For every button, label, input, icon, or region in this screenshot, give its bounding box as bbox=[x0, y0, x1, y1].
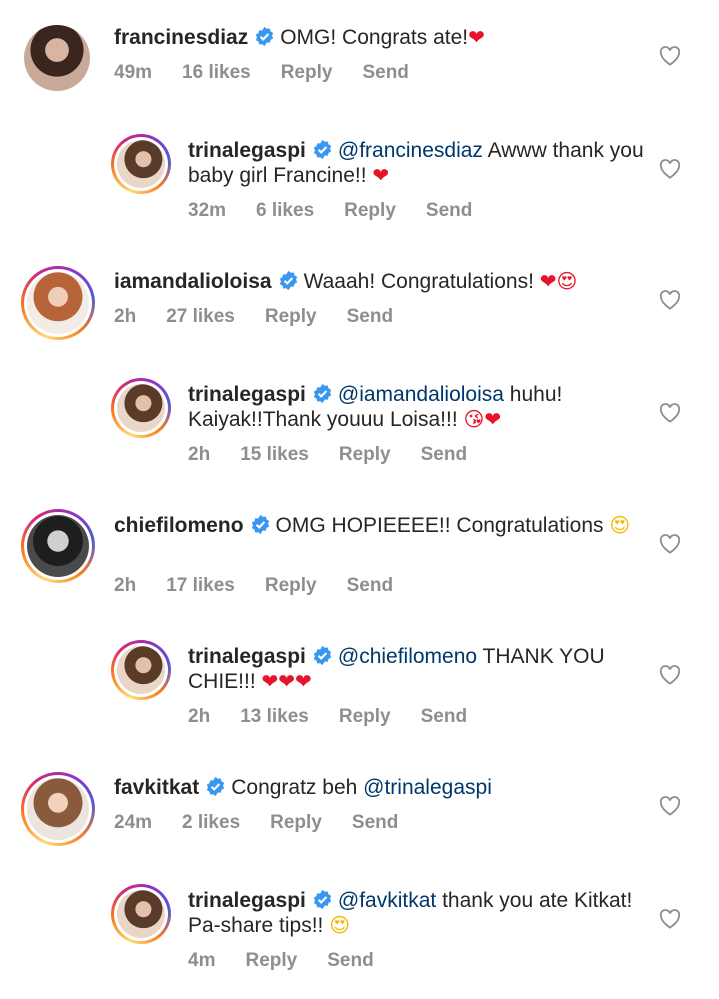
send-button[interactable]: Send bbox=[327, 950, 373, 971]
send-button[interactable]: Send bbox=[347, 575, 393, 596]
mention-link[interactable]: @favkitkat bbox=[338, 889, 436, 912]
emoji-reaction: ❤😍 bbox=[539, 269, 578, 293]
timestamp: 2h bbox=[114, 575, 137, 596]
comment-body: Waaah! Congratulations! bbox=[303, 270, 540, 293]
username[interactable]: trinalegaspi bbox=[188, 139, 306, 162]
reply-button[interactable]: Reply bbox=[245, 950, 297, 971]
mention-link[interactable]: @trinalegaspi bbox=[363, 776, 492, 799]
comment-body: OMG! Congrats ate! bbox=[280, 26, 469, 49]
verified-badge-icon bbox=[251, 514, 269, 535]
comment-meta: 2h 13 likes Reply Send bbox=[188, 706, 497, 728]
like-heart-icon[interactable] bbox=[659, 46, 681, 66]
heart-emoji: ❤ bbox=[468, 25, 485, 49]
timestamp: 24m bbox=[114, 812, 153, 833]
comment-meta: 24m 2 likes Reply Send bbox=[114, 812, 428, 834]
heart-eyes-emoji: 😍 bbox=[609, 513, 631, 537]
likes-count[interactable]: 2 likes bbox=[182, 812, 240, 833]
timestamp: 2h bbox=[114, 306, 137, 327]
avatar[interactable] bbox=[21, 772, 95, 846]
reply-button[interactable]: Reply bbox=[339, 706, 391, 727]
likes-count[interactable]: 16 likes bbox=[182, 62, 251, 83]
comment-text: chiefilomeno OMG HOPIEEEE!! Congratulatio… bbox=[114, 513, 634, 538]
like-heart-icon[interactable] bbox=[659, 290, 681, 310]
likes-count[interactable]: 6 likes bbox=[256, 200, 314, 221]
likes-count[interactable]: 15 likes bbox=[240, 444, 309, 465]
timestamp: 49m bbox=[114, 62, 153, 83]
send-button[interactable]: Send bbox=[421, 444, 467, 465]
mention-link[interactable]: @iamandalioloisa bbox=[338, 383, 504, 406]
send-button[interactable]: Send bbox=[352, 812, 398, 833]
emoji-reaction: 😘❤ bbox=[463, 407, 502, 431]
mention-link[interactable]: @francinesdiaz bbox=[338, 139, 483, 162]
comment-text: trinalegaspi @francinesdiaz Awww thank yo… bbox=[188, 138, 648, 188]
comment-text: favkitkat Congratz beh @trinalegaspi bbox=[114, 775, 654, 800]
heart-emoji: ❤ bbox=[372, 163, 390, 187]
likes-count[interactable]: 13 likes bbox=[240, 706, 309, 727]
send-button[interactable]: Send bbox=[362, 62, 408, 83]
verified-badge-icon bbox=[313, 383, 332, 404]
avatar[interactable] bbox=[24, 25, 90, 91]
comment-meta: 2h 17 likes Reply Send bbox=[114, 575, 423, 597]
username[interactable]: trinalegaspi bbox=[188, 645, 306, 668]
send-button[interactable]: Send bbox=[347, 306, 393, 327]
username[interactable]: trinalegaspi bbox=[188, 889, 306, 912]
comment-meta: 32m 6 likes Reply Send bbox=[188, 200, 502, 222]
comment-text: trinalegaspi @iamandalioloisa huhu! Kaiya… bbox=[188, 382, 648, 432]
reply-button[interactable]: Reply bbox=[270, 812, 322, 833]
username[interactable]: francinesdiaz bbox=[114, 26, 248, 49]
avatar[interactable] bbox=[21, 266, 95, 340]
verified-badge-icon bbox=[207, 776, 225, 797]
username[interactable]: favkitkat bbox=[114, 776, 199, 799]
username[interactable]: trinalegaspi bbox=[188, 383, 306, 406]
like-heart-icon[interactable] bbox=[659, 909, 681, 929]
heart-emoji: ❤❤❤ bbox=[261, 669, 312, 693]
comment-text: trinalegaspi @chiefilomeno THANK YOU CHIE… bbox=[188, 644, 648, 694]
timestamp: 2h bbox=[188, 706, 211, 727]
like-heart-icon[interactable] bbox=[659, 159, 681, 179]
avatar[interactable] bbox=[111, 134, 171, 194]
reply-button[interactable]: Reply bbox=[281, 62, 333, 83]
verified-badge-icon bbox=[313, 645, 332, 666]
comment-meta: 49m 16 likes Reply Send bbox=[114, 62, 439, 84]
username[interactable]: chiefilomeno bbox=[114, 514, 244, 537]
timestamp: 32m bbox=[188, 200, 227, 221]
heart-eyes-emoji: 😍 bbox=[329, 913, 351, 937]
comment-text: francinesdiaz OMG! Congrats ate!❤ bbox=[114, 25, 654, 50]
comment-meta: 4m Reply Send bbox=[188, 950, 404, 972]
send-button[interactable]: Send bbox=[421, 706, 467, 727]
verified-badge-icon bbox=[313, 139, 332, 160]
timestamp: 2h bbox=[188, 444, 211, 465]
reply-button[interactable]: Reply bbox=[339, 444, 391, 465]
likes-count[interactable]: 27 likes bbox=[166, 306, 235, 327]
reply-button[interactable]: Reply bbox=[265, 575, 317, 596]
like-heart-icon[interactable] bbox=[659, 534, 681, 554]
avatar[interactable] bbox=[111, 884, 171, 944]
verified-badge-icon bbox=[256, 26, 274, 47]
send-button[interactable]: Send bbox=[426, 200, 472, 221]
comment-meta: 2h 27 likes Reply Send bbox=[114, 306, 423, 328]
like-heart-icon[interactable] bbox=[659, 796, 681, 816]
avatar[interactable] bbox=[111, 640, 171, 700]
mention-link[interactable]: @chiefilomeno bbox=[338, 645, 477, 668]
avatar[interactable] bbox=[21, 509, 95, 583]
verified-badge-icon bbox=[313, 889, 332, 910]
like-heart-icon[interactable] bbox=[659, 403, 681, 423]
like-heart-icon[interactable] bbox=[659, 665, 681, 685]
username[interactable]: iamandalioloisa bbox=[114, 270, 272, 293]
comment-text: iamandalioloisa Waaah! Congratulations! ❤… bbox=[114, 269, 654, 294]
likes-count[interactable]: 17 likes bbox=[166, 575, 235, 596]
comment-meta: 2h 15 likes Reply Send bbox=[188, 444, 497, 466]
comment-body: OMG HOPIEEEE!! Congratulations bbox=[275, 514, 610, 537]
timestamp: 4m bbox=[188, 950, 216, 971]
verified-badge-icon bbox=[279, 270, 297, 291]
comment-text: trinalegaspi @favkitkat thank you ate Kit… bbox=[188, 888, 648, 938]
avatar[interactable] bbox=[111, 378, 171, 438]
reply-button[interactable]: Reply bbox=[265, 306, 317, 327]
reply-button[interactable]: Reply bbox=[344, 200, 396, 221]
comment-body: Congratz beh bbox=[231, 776, 364, 799]
